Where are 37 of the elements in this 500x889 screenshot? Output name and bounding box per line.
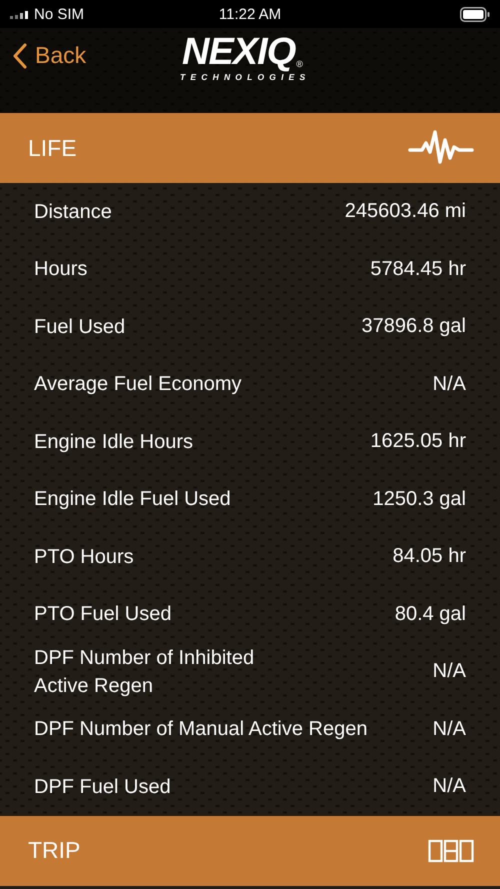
back-chevron-icon [12,42,27,68]
metric-label: Average Fuel Economy [34,372,242,398]
status-time: 11:22 AM [218,6,282,22]
section-title: TRIP [28,837,80,864]
metric-value: 1625.05 hr [370,430,466,454]
metric-label: Engine Idle Fuel Used [34,487,231,512]
metric-label: Hours [34,257,88,282]
metric-label: PTO Fuel Used [34,602,172,628]
signal-icon [10,10,30,18]
section-header[interactable]: TRIP [0,816,500,886]
metric-value: 80.4 gal [394,602,466,626]
metric-value: N/A [432,775,466,798]
odometer-icon [428,838,474,862]
section-header[interactable]: LIFE [0,113,500,183]
metric-label: Distance [34,200,112,225]
logo-subtitle: TECHNOLOGIES [180,72,310,82]
metric-value: N/A [432,660,466,684]
logo-wordmark: NEXIQ [182,32,296,72]
metric-value: 245603.46 mi [344,200,466,224]
metric-label: Fuel Used [34,314,126,340]
metric-value: 37896.8 gal [361,315,466,338]
metric-value: 1250.3 gal [372,488,466,511]
metric-value: 5784.45 hr [370,258,466,281]
metric-label: PTO Hours [34,544,134,570]
battery-icon [460,6,490,22]
metric-label: DPF Number of Manual Active Regen [34,717,368,742]
back-button[interactable]: Back [12,42,86,69]
metric-value: 84.05 hr [392,545,466,568]
carrier-label: No SIM [34,6,84,22]
metric-label: DPF Number of Inhibited Active Regen [34,646,254,699]
metric-value: N/A [432,372,466,396]
metric-label: DPF Fuel Used [34,774,171,800]
section-title: LIFE [28,134,77,162]
heartbeat-icon [408,130,474,166]
metric-label: Engine Idle Hours [34,430,193,455]
metric-value: N/A [432,718,466,741]
registered-mark: ® [296,59,303,69]
